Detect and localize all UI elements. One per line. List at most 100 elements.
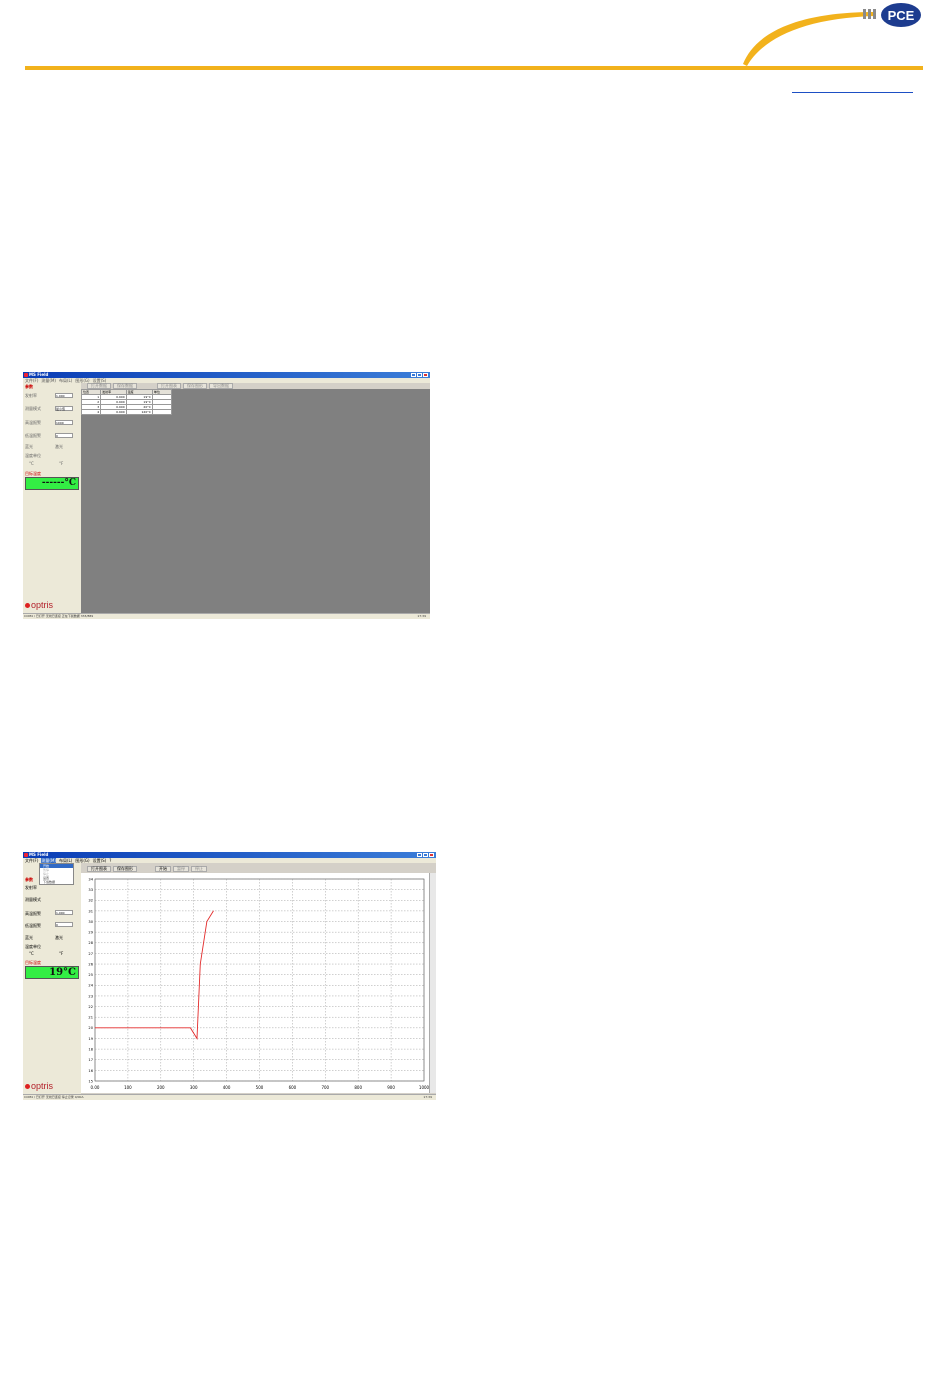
unit-group-label: 温度单位 [25, 453, 41, 458]
y-tick-label: 25 [88, 973, 93, 977]
x-tick-label: 0.00 [91, 1085, 100, 1090]
header-rule [25, 66, 923, 70]
chart-svg: 0.00 100 200 300 400 500 600 700 800 900 1000 15 16 1… [88, 877, 430, 1090]
high-alarm-field[interactable]: 1000 [55, 420, 73, 425]
maximize-button[interactable] [417, 373, 422, 377]
vertical-scrollbar[interactable] [429, 873, 436, 1093]
y-tick-label: 27 [88, 952, 93, 956]
app-icon [24, 373, 28, 377]
x-tick-label: 300 [190, 1085, 198, 1090]
y-tick-label: 19 [88, 1037, 93, 1041]
pause-button[interactable]: 暂停 [173, 866, 189, 872]
y-tick-label: 34 [88, 877, 93, 881]
target-temp-display: ------°C [25, 477, 79, 490]
minimize-button[interactable] [417, 853, 422, 857]
data-point [199, 963, 201, 965]
y-tick-label: 21 [88, 1016, 93, 1020]
parameter-panel: 参数 发射率 测量模式 高温报警 1,000 低温报警 0 蓝光 激光 温度单位… [23, 863, 81, 1095]
mode-select[interactable]: 最小值 [55, 406, 73, 411]
unit-fahrenheit-radio[interactable]: °F [59, 461, 63, 466]
y-tick-label: 24 [88, 984, 93, 988]
data-point [196, 1038, 198, 1039]
status-bar: COM4 / 已打开 无线已连接 停止记录 0/00A 17:39 [23, 1094, 436, 1100]
unit-celsius-radio[interactable]: °C [29, 461, 34, 466]
blue-light-checkbox[interactable]: 蓝光 [25, 444, 33, 450]
cell [151, 409, 173, 415]
params-heading: 参数 [25, 877, 33, 882]
stop-button[interactable]: 停止 [191, 866, 207, 872]
y-tick-label: 18 [88, 1048, 93, 1052]
unit-group-label: 温度单位 [25, 944, 41, 949]
laser-checkbox[interactable]: 激光 [55, 935, 63, 941]
low-alarm-label: 低温报警 [25, 923, 41, 928]
optris-logo: optris [25, 600, 65, 610]
x-tick-label: 100 [124, 1085, 132, 1090]
y-tick-label: 26 [88, 962, 93, 966]
y-tick-label: 17 [88, 1058, 93, 1062]
y-tick-label: 20 [88, 1026, 93, 1030]
x-tick-label: 1000 [419, 1085, 430, 1090]
window-title: MS Field [29, 372, 49, 377]
measurement-table: 位置 发射率 温度 单位 1 0.900 19°C 2 0.900 19°C 3 0.90… [80, 389, 173, 415]
blue-light-checkbox[interactable]: 蓝光 [25, 935, 33, 941]
menu-settings[interactable]: 设置(S) [93, 858, 107, 863]
optris-mark-icon [25, 603, 30, 608]
menu-bar: 文件(F) 测量(M) 布局(L) 图形(G) 设置(S) ? [23, 858, 436, 863]
x-tick-label: 200 [157, 1085, 165, 1090]
brand-name: optris [31, 600, 54, 610]
window-title: MS Field [29, 852, 49, 857]
data-point [213, 910, 214, 912]
open-chart-button[interactable]: 打开图表 [87, 866, 111, 872]
measure-menu-dropdown: 开始 暂停 停止 设置 下载数据 [39, 863, 74, 885]
laser-checkbox[interactable]: 激光 [55, 444, 63, 450]
y-tick-label: 15 [88, 1079, 93, 1083]
toolbar: 打开图表 保存图形 开始 暂停 停止 [83, 866, 436, 872]
low-alarm-label: 低温报警 [25, 433, 41, 438]
y-tick-label: 33 [88, 888, 93, 892]
unit-fahrenheit-radio[interactable]: °F [59, 951, 63, 956]
y-tick-label: 28 [88, 941, 93, 945]
cell: 0.900 [100, 409, 127, 415]
app-window-table: MS Field 文件(F) 测量(M) 布局(L) 图形(G) 设置(S) 打… [23, 372, 430, 619]
header-link[interactable] [792, 84, 913, 93]
high-alarm-field[interactable]: 1,000 [55, 910, 73, 915]
temperature-chart: 0.00 100 200 300 400 500 600 700 800 900 1000 15 16 1… [81, 873, 430, 1093]
high-alarm-label: 高温报警 [25, 420, 41, 425]
status-bar: COM4 / 已打开 无线已连接 正在下载数据 333/889 17:39 [23, 613, 430, 619]
x-tick-label: 800 [354, 1085, 362, 1090]
emissivity-label: 发射率 [25, 885, 37, 890]
menu-help[interactable]: ? [109, 858, 111, 863]
target-temp-display: 19°C [25, 966, 79, 979]
data-point [206, 921, 208, 922]
close-button[interactable] [423, 373, 428, 377]
close-button[interactable] [429, 853, 434, 857]
emissivity-field[interactable]: 1.000 [55, 393, 73, 398]
status-clock: 17:39 [423, 1095, 432, 1099]
app-icon [24, 853, 28, 857]
save-graph-button[interactable]: 保存图形 [113, 866, 137, 872]
minimize-button[interactable] [411, 373, 416, 377]
y-tick-label: 16 [88, 1069, 93, 1073]
pce-logo: PCE [881, 3, 921, 27]
y-tick-label: 30 [88, 920, 93, 924]
data-point [160, 1027, 162, 1029]
mode-label: 测量模式 [25, 406, 41, 411]
data-point [127, 1027, 129, 1029]
unit-celsius-radio[interactable]: °C [29, 951, 34, 956]
params-heading: 参数 [25, 384, 33, 389]
optris-mark-icon [25, 1084, 30, 1089]
optris-logo: optris [25, 1081, 65, 1091]
y-tick-label: 31 [88, 909, 93, 913]
emissivity-label: 发射率 [25, 393, 37, 398]
table-row[interactable]: 4 0.900 120°C [80, 409, 173, 415]
x-tick-label: 400 [223, 1085, 231, 1090]
low-alarm-field[interactable]: 0 [55, 433, 73, 438]
menu-item-download[interactable]: 下载数据 [40, 880, 73, 884]
maximize-button[interactable] [423, 853, 428, 857]
cell: 4 [80, 409, 102, 415]
high-alarm-label: 高温报警 [25, 911, 41, 916]
low-alarm-field[interactable]: 0 [55, 922, 73, 927]
logo-swoosh [743, 9, 876, 66]
start-button[interactable]: 开始 [155, 866, 171, 872]
x-tick-label: 900 [387, 1085, 395, 1090]
